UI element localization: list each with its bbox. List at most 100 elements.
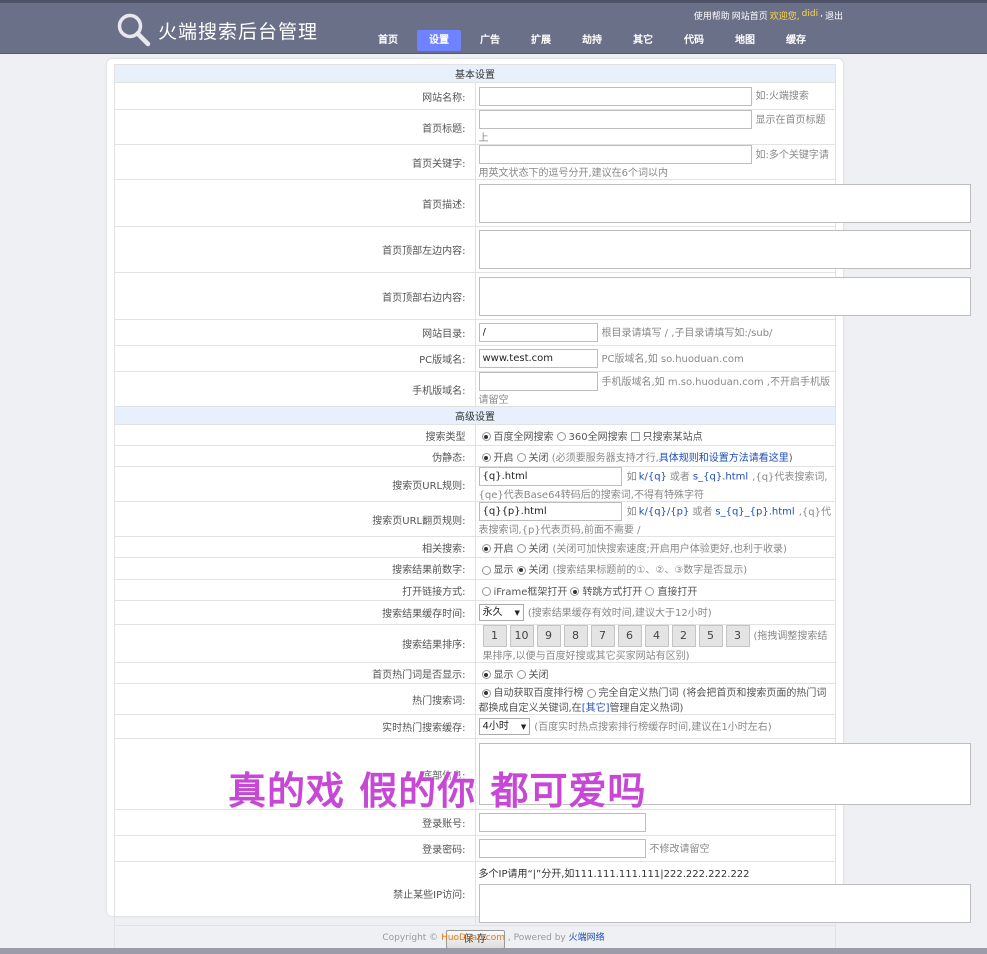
top-left-label: 首页顶部左边内容:: [114, 226, 476, 273]
login-password-input[interactable]: [478, 839, 646, 858]
search-url-label: 搜索页URL规则:: [114, 466, 476, 502]
page-url-label: 搜索页URL翻页规则:: [114, 501, 476, 537]
login-password-label: 登录密码:: [114, 835, 476, 862]
section-title-advanced: 高级设置: [114, 406, 836, 425]
sort-item[interactable]: 2: [671, 625, 696, 647]
radio-num-show[interactable]: [481, 565, 491, 575]
logo[interactable]: 火端搜索后台管理: [116, 12, 318, 48]
sort-item[interactable]: 9: [536, 625, 561, 647]
footer-brand-link[interactable]: 火端网络: [569, 933, 605, 943]
site-home-link[interactable]: 网站首页: [732, 9, 768, 22]
radio-redirect[interactable]: [570, 587, 580, 596]
pc-domain-label: PC版域名:: [114, 345, 476, 372]
magnifier-icon: [117, 13, 151, 47]
footer-site-link[interactable]: HuoDuan.com: [441, 933, 505, 943]
logout-link[interactable]: 退出: [825, 9, 843, 22]
page-url-input[interactable]: [478, 502, 622, 521]
welcome-text: 欢迎您,: [769, 12, 800, 22]
top-right-textarea[interactable]: [478, 276, 971, 316]
pc-domain-hint: PC版域名,如 so.huoduan.com: [601, 353, 744, 365]
section-title-basic: 基本设置: [114, 64, 836, 83]
home-keywords-input[interactable]: [478, 145, 752, 164]
radio-related-off-label: 关闭: [528, 543, 549, 555]
cache-time-label: 搜索结果缓存时间:: [114, 600, 476, 625]
site-name-hint: 如:火端搜索: [755, 91, 809, 102]
page-url-hint-2: 或者: [692, 506, 713, 518]
home-title-input[interactable]: [478, 110, 752, 129]
realtime-cache-select[interactable]: 4小时 ▼: [478, 718, 531, 736]
radio-360[interactable]: [556, 432, 566, 441]
nav-cache[interactable]: 缓存: [774, 30, 818, 51]
pc-domain-input[interactable]: [478, 349, 598, 368]
search-url-input[interactable]: [478, 467, 622, 486]
sort-item[interactable]: 4: [644, 625, 669, 647]
radio-hot-custom[interactable]: [586, 688, 596, 698]
radio-iframe[interactable]: [481, 587, 491, 596]
nav-other[interactable]: 其它: [621, 30, 665, 51]
help-link[interactable]: 使用帮助: [694, 9, 730, 22]
radio-related-off[interactable]: [516, 544, 526, 553]
sort-item[interactable]: 1: [482, 625, 507, 647]
pseudo-static-label: 伪静态:: [114, 445, 476, 467]
sort-item[interactable]: 7: [590, 625, 615, 647]
sort-item[interactable]: 8: [563, 625, 588, 647]
block-ip-label: 禁止某些IP访问:: [114, 861, 476, 926]
cache-time-select[interactable]: 永久 ▼: [478, 604, 524, 622]
checkbox-site-only[interactable]: [630, 432, 640, 441]
search-url-example-1: k/{q}: [638, 471, 667, 483]
radio-iframe-label: iFrame框架打开: [493, 586, 568, 598]
nav-settings[interactable]: 设置: [417, 30, 461, 51]
top-left-textarea[interactable]: [478, 230, 971, 269]
radio-related-on-label: 开启: [493, 543, 514, 555]
mobile-domain-input[interactable]: [478, 372, 598, 391]
home-title-label: 首页标题:: [114, 109, 476, 145]
radio-hot-off[interactable]: [516, 670, 526, 679]
radio-direct-label: 直接打开: [657, 586, 698, 598]
nav-ads[interactable]: 广告: [468, 30, 512, 51]
radio-direct[interactable]: [645, 587, 655, 596]
radio-hot-show[interactable]: [481, 670, 491, 679]
sort-item[interactable]: 10: [509, 625, 534, 647]
pseudo-static-hint: (必须要服务器支持才行,: [551, 452, 659, 464]
nav-extend[interactable]: 扩展: [519, 30, 563, 51]
block-ip-textarea[interactable]: [478, 884, 971, 923]
radio-baidu-label: 百度全网搜索: [493, 431, 554, 443]
realtime-cache-hint: (百度实时热点搜索排行榜缓存时间,建议在1小时左右): [534, 721, 772, 733]
radio-related-on[interactable]: [481, 544, 491, 553]
home-desc-textarea[interactable]: [478, 183, 971, 223]
radio-static-off[interactable]: [516, 453, 526, 462]
checkbox-site-only-label: 只搜索某站点: [642, 431, 703, 443]
radio-num-off-label: 关闭: [528, 565, 549, 576]
site-name-label: 网站名称:: [114, 82, 476, 110]
nav-map[interactable]: 地图: [723, 30, 767, 51]
radio-num-off[interactable]: [516, 565, 526, 575]
result-num-label: 搜索结果前数字:: [114, 557, 476, 580]
home-keywords-label: 首页关键字:: [114, 144, 476, 180]
radio-static-on[interactable]: [481, 453, 491, 462]
page-url-example-2: s_{q}_{p}.html: [715, 506, 795, 518]
login-account-input[interactable]: [478, 813, 646, 832]
sort-item[interactable]: 3: [725, 625, 750, 647]
radio-hot-auto[interactable]: [481, 688, 491, 698]
radio-hot-off-label: 关闭: [528, 669, 549, 681]
separator: ,: [820, 9, 823, 19]
search-url-hint-1: 如: [626, 471, 637, 483]
site-name-input[interactable]: [478, 86, 752, 106]
radio-hot-auto-label: 自动获取百度排行榜: [493, 688, 584, 699]
radio-baidu[interactable]: [481, 432, 491, 441]
main-nav: 首页 设置 广告 扩展 劫持 其它 代码 地图 缓存: [366, 30, 825, 51]
page-url-example-1: k/{q}/{p}: [638, 506, 690, 518]
nav-hijack[interactable]: 劫持: [570, 30, 614, 51]
sort-item[interactable]: 5: [698, 625, 723, 647]
logo-text: 火端搜索后台管理: [158, 20, 319, 43]
rules-link[interactable]: 具体规则和设置方法请看这里: [659, 453, 789, 464]
other-link[interactable]: [其它]: [582, 703, 610, 714]
site-dir-input[interactable]: [478, 323, 598, 342]
nav-home[interactable]: 首页: [366, 30, 410, 51]
sort-item[interactable]: 6: [617, 625, 642, 647]
radio-static-off-label: 关闭: [528, 452, 549, 464]
realtime-cache-value: 4小时: [482, 721, 509, 733]
nav-code[interactable]: 代码: [672, 30, 716, 51]
top-links: 使用帮助 网站首页 欢迎您, didi , 退出: [694, 9, 843, 22]
radio-360-label: 360全网搜索: [568, 431, 628, 443]
